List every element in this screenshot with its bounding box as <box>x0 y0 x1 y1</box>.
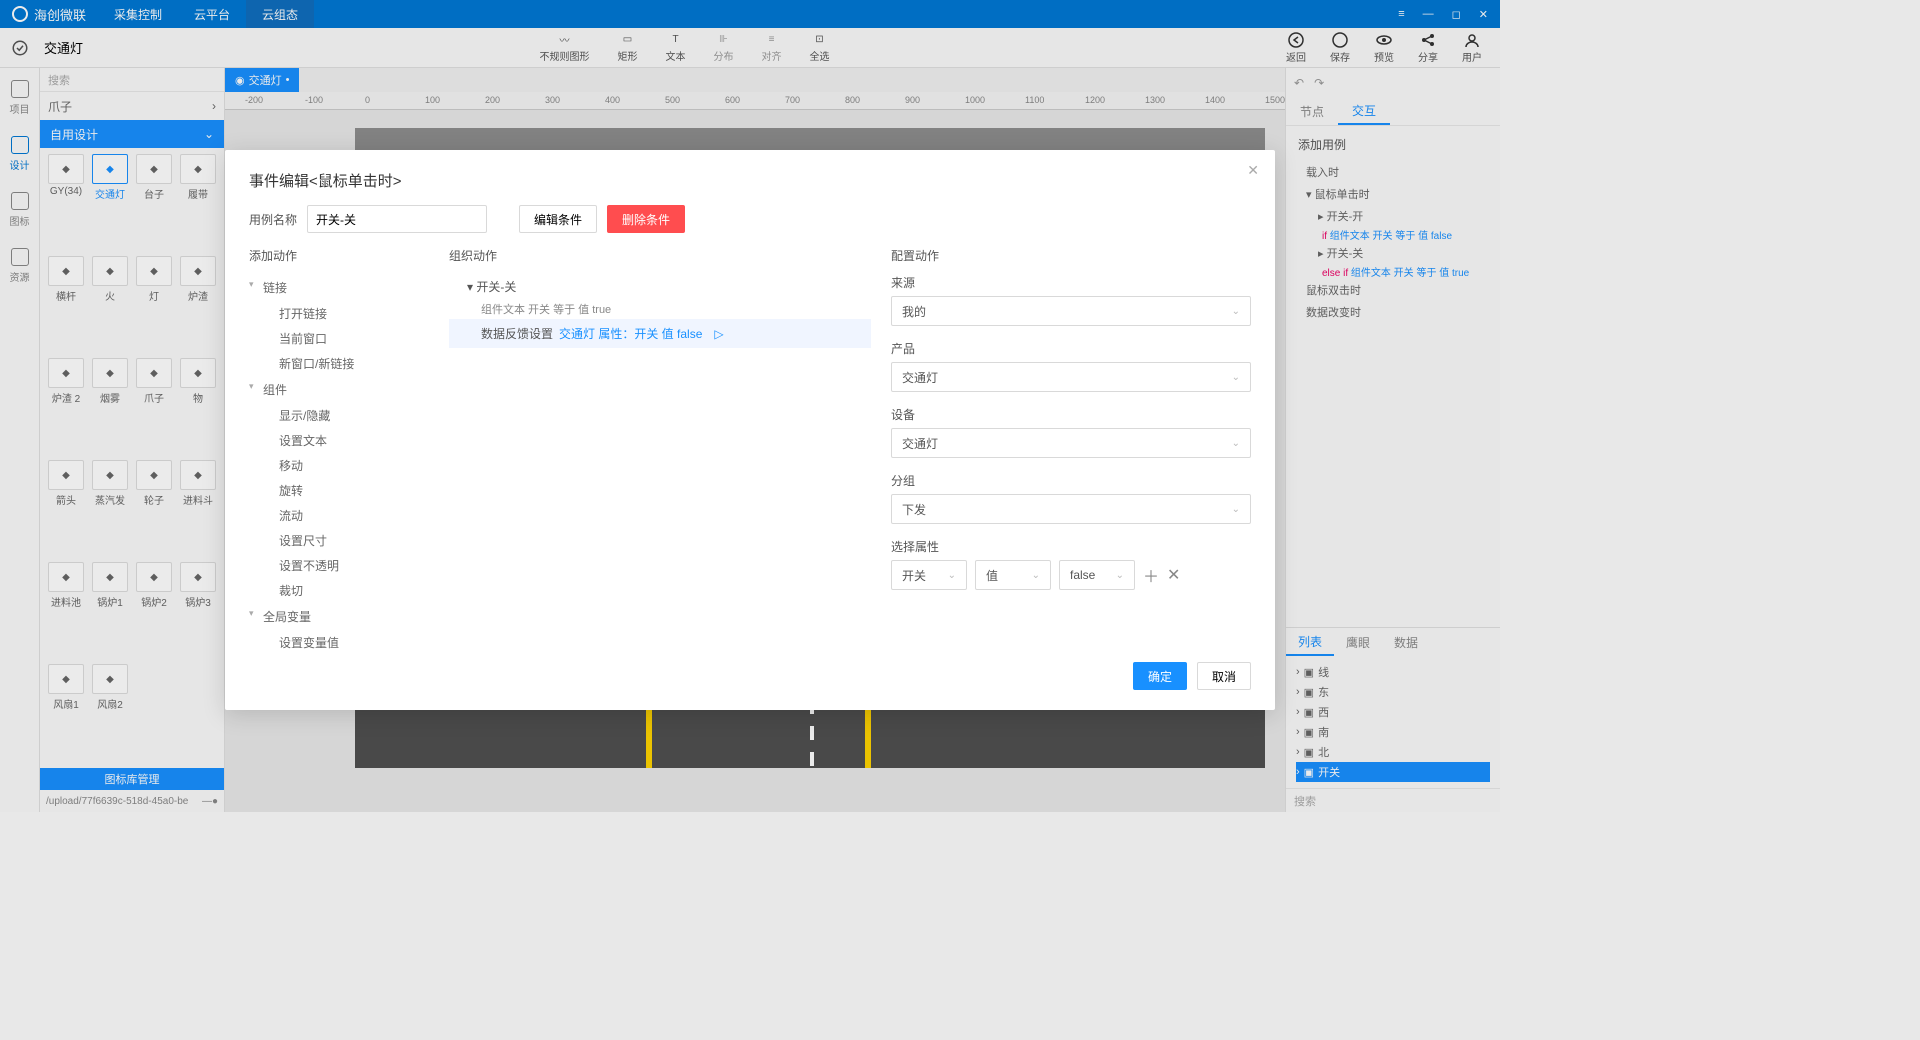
delete-cond-button[interactable]: 删除条件 <box>607 205 685 233</box>
org-action[interactable]: 数据反馈设置 交通灯 属性：开关 值 false ▷ <box>449 319 871 348</box>
org-action-col: 组织动作 ▾ 开关-关 组件文本 开关 等于 值 true 数据反馈设置 交通灯… <box>449 247 871 650</box>
prop-label: 选择属性 <box>891 538 1251 555</box>
config-action-col: 配置动作 来源我的⌄ 产品交通灯⌄ 设备交通灯⌄ 分组下发⌄ 选择属性 开关⌄ … <box>891 247 1251 650</box>
modal-title: 事件编辑<鼠标单击时> <box>249 170 1251 191</box>
action-item[interactable]: 设置文本 <box>249 428 429 453</box>
action-item[interactable]: 新窗口/新链接 <box>249 351 429 376</box>
source-select[interactable]: 我的⌄ <box>891 296 1251 326</box>
action-item[interactable]: 显示/隐藏 <box>249 403 429 428</box>
org-cond: 组件文本 开关 等于 值 true <box>449 299 871 319</box>
action-item[interactable]: 当前窗口 <box>249 326 429 351</box>
action-category[interactable]: 链接 <box>249 274 429 301</box>
source-label: 来源 <box>891 274 1251 291</box>
edit-cond-button[interactable]: 编辑条件 <box>519 205 597 233</box>
event-edit-modal: ✕ 事件编辑<鼠标单击时> 用例名称 编辑条件 删除条件 添加动作 链接打开链接… <box>225 150 1275 710</box>
remove-prop-icon[interactable]: ✕ <box>1167 565 1180 585</box>
modal-toprow: 用例名称 编辑条件 删除条件 <box>249 205 1251 233</box>
action-tree: 链接打开链接当前窗口新窗口/新链接组件显示/隐藏设置文本移动旋转流动设置尺寸设置… <box>249 274 429 650</box>
action-item[interactable]: 流动 <box>249 503 429 528</box>
play-icon[interactable]: ▷ <box>714 327 723 341</box>
action-item[interactable]: 设置尺寸 <box>249 528 429 553</box>
action-item[interactable]: 设置不透明 <box>249 553 429 578</box>
action-item[interactable]: 旋转 <box>249 478 429 503</box>
action-category[interactable]: 全局变量 <box>249 603 429 630</box>
org-root[interactable]: ▾ 开关-关 <box>449 274 871 299</box>
col1-title: 添加动作 <box>249 247 429 264</box>
prop-key-select[interactable]: 值⌄ <box>975 560 1051 590</box>
product-label: 产品 <box>891 340 1251 357</box>
action-item[interactable]: 移动 <box>249 453 429 478</box>
prop-val-select[interactable]: false⌄ <box>1059 560 1135 590</box>
action-item[interactable]: 裁切 <box>249 578 429 603</box>
action-category[interactable]: 组件 <box>249 376 429 403</box>
add-action-col: 添加动作 链接打开链接当前窗口新窗口/新链接组件显示/隐藏设置文本移动旋转流动设… <box>249 247 429 650</box>
add-prop-icon[interactable]: ＋ <box>1143 563 1159 587</box>
modal-close-icon[interactable]: ✕ <box>1247 162 1259 179</box>
usecase-name-input[interactable] <box>307 205 487 233</box>
prop-attr-select[interactable]: 开关⌄ <box>891 560 967 590</box>
device-select[interactable]: 交通灯⌄ <box>891 428 1251 458</box>
org-tree: ▾ 开关-关 组件文本 开关 等于 值 true 数据反馈设置 交通灯 属性：开… <box>449 274 871 348</box>
col2-title: 组织动作 <box>449 247 871 264</box>
device-label: 设备 <box>891 406 1251 423</box>
ok-button[interactable]: 确定 <box>1133 662 1187 690</box>
action-item[interactable]: 打开链接 <box>249 301 429 326</box>
action-item[interactable]: 设置变量值 <box>249 630 429 650</box>
col3-title: 配置动作 <box>891 247 1251 264</box>
name-label: 用例名称 <box>249 211 297 228</box>
group-select[interactable]: 下发⌄ <box>891 494 1251 524</box>
group-label: 分组 <box>891 472 1251 489</box>
modal-footer: 确定 取消 <box>249 650 1251 690</box>
cancel-button[interactable]: 取消 <box>1197 662 1251 690</box>
product-select[interactable]: 交通灯⌄ <box>891 362 1251 392</box>
